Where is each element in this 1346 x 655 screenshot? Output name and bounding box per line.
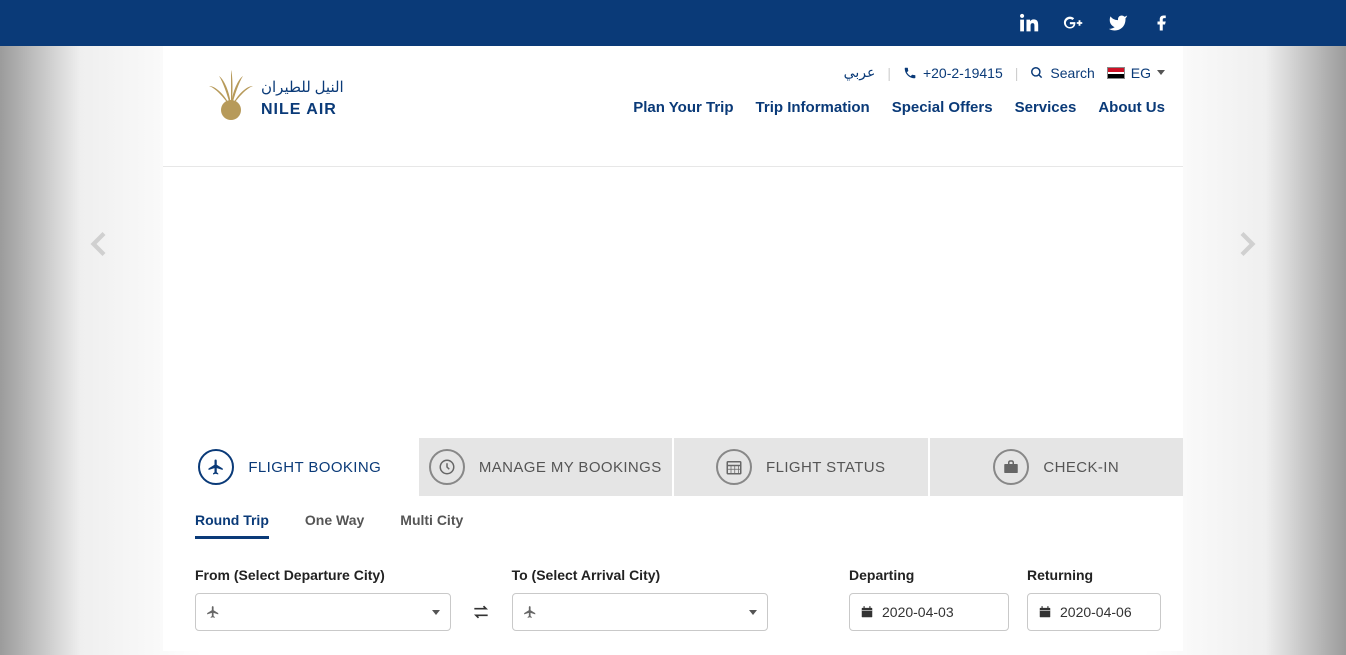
search-link[interactable]: Search <box>1030 65 1094 81</box>
twitter-icon[interactable] <box>1107 12 1129 34</box>
facebook-icon[interactable] <box>1151 12 1173 34</box>
caret-down-icon <box>432 610 440 615</box>
hero-carousel <box>163 167 1183 438</box>
departing-date-value: 2020-04-03 <box>882 604 954 620</box>
from-field-group: From (Select Departure City) <box>195 567 451 631</box>
booking-tabs: FLIGHT BOOKING MANAGE MY BOOKINGS FLIGHT… <box>163 438 1183 496</box>
to-field-group: To (Select Arrival City) <box>512 567 768 631</box>
to-label: To (Select Arrival City) <box>512 567 768 583</box>
tab-check-in[interactable]: CHECK-IN <box>930 438 1184 496</box>
departing-date-input[interactable]: 2020-04-03 <box>849 593 1009 631</box>
region-code: EG <box>1131 65 1151 81</box>
search-icon <box>1030 66 1044 80</box>
tab-label: CHECK-IN <box>1043 459 1119 476</box>
briefcase-icon <box>993 449 1029 485</box>
from-label: From (Select Departure City) <box>195 567 451 583</box>
booking-form: Round Trip One Way Multi City From (Sele… <box>163 496 1183 651</box>
phone-number: +20-2-19415 <box>923 65 1003 81</box>
linkedin-icon[interactable] <box>1019 12 1041 34</box>
returning-field-group: Returning 2020-04-06 <box>1027 567 1161 631</box>
nav-about-us[interactable]: About Us <box>1098 99 1165 116</box>
returning-label: Returning <box>1027 567 1161 583</box>
carousel-next-button[interactable] <box>1230 220 1266 273</box>
departing-label: Departing <box>849 567 1009 583</box>
trip-type-multi[interactable]: Multi City <box>400 512 463 539</box>
search-label: Search <box>1050 65 1094 81</box>
region-selector[interactable]: EG <box>1107 65 1165 81</box>
caret-down-icon <box>1157 70 1165 75</box>
calendar-icon <box>860 605 874 619</box>
googleplus-icon[interactable] <box>1063 12 1085 34</box>
nav-trip-information[interactable]: Trip Information <box>756 99 870 116</box>
plane-small-icon <box>206 605 220 619</box>
logo-text-en: NILE AIR <box>261 101 337 118</box>
from-city-select[interactable] <box>195 593 451 631</box>
top-social-bar <box>0 0 1346 46</box>
nav-special-offers[interactable]: Special Offers <box>892 99 993 116</box>
tab-flight-status[interactable]: FLIGHT STATUS <box>674 438 930 496</box>
tab-label: FLIGHT BOOKING <box>248 459 381 476</box>
carousel-prev-button[interactable] <box>80 220 116 273</box>
site-header: النيل للطيران NILE AIR عربي | +20-2-1941… <box>163 46 1183 167</box>
nav-services[interactable]: Services <box>1015 99 1077 116</box>
flag-eg-icon <box>1107 67 1125 79</box>
returning-date-input[interactable]: 2020-04-06 <box>1027 593 1161 631</box>
plane-small-icon <box>523 605 537 619</box>
clock-icon <box>429 449 465 485</box>
returning-date-value: 2020-04-06 <box>1060 604 1132 620</box>
phone-icon <box>903 66 917 80</box>
plane-icon <box>198 449 234 485</box>
logo-text-ar: النيل للطيران <box>261 80 344 96</box>
swap-icon <box>471 602 491 622</box>
trip-type-selector: Round Trip One Way Multi City <box>195 512 1161 539</box>
phone-link[interactable]: +20-2-19415 <box>903 65 1003 81</box>
tab-label: FLIGHT STATUS <box>766 459 885 476</box>
main-nav: Plan Your Trip Trip Information Special … <box>633 99 1165 116</box>
calendar-icon <box>1038 605 1052 619</box>
calendar-grid-icon <box>716 449 752 485</box>
trip-type-round[interactable]: Round Trip <box>195 512 269 539</box>
utility-row: عربي | +20-2-19415 | Search EG <box>633 64 1165 81</box>
language-arabic-link[interactable]: عربي <box>844 64 876 81</box>
to-city-select[interactable] <box>512 593 768 631</box>
caret-down-icon <box>749 610 757 615</box>
departing-field-group: Departing 2020-04-03 <box>849 567 1009 631</box>
swap-cities-button[interactable] <box>469 593 494 631</box>
nav-plan-your-trip[interactable]: Plan Your Trip <box>633 99 733 116</box>
tab-flight-booking[interactable]: FLIGHT BOOKING <box>163 438 419 496</box>
tab-label: MANAGE MY BOOKINGS <box>479 459 662 476</box>
logo[interactable]: النيل للطيران NILE AIR <box>163 64 357 131</box>
tab-manage-bookings[interactable]: MANAGE MY BOOKINGS <box>419 438 675 496</box>
trip-type-oneway[interactable]: One Way <box>305 512 364 539</box>
